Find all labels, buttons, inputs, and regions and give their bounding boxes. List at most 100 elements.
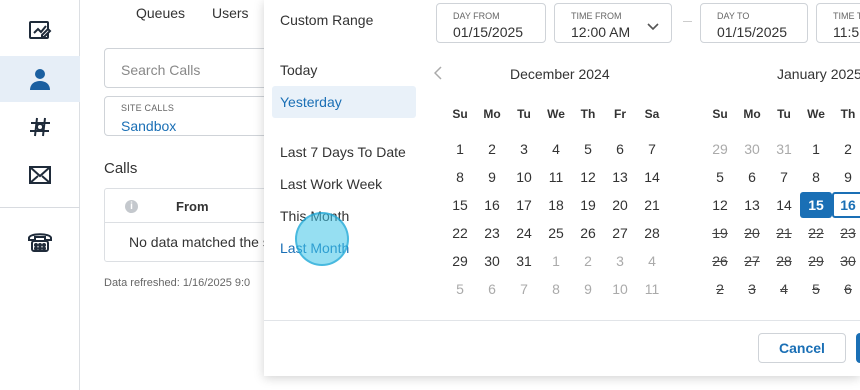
time-from-value: 12:00 AM — [571, 24, 631, 40]
tab-users[interactable]: Users — [212, 5, 249, 21]
calendar-day-other-month[interactable]: 8 — [540, 276, 572, 302]
calendar-day[interactable]: 11 — [540, 164, 572, 190]
calendar-day-other-month[interactable]: 7 — [508, 276, 540, 302]
calendar-day-other-month[interactable]: 1 — [540, 248, 572, 274]
site-calls-value: Sandbox — [121, 118, 177, 134]
prev-month-icon[interactable] — [433, 66, 442, 85]
month-title-december: December 2024 — [510, 66, 610, 82]
calendar-day[interactable]: 22 — [444, 220, 476, 246]
calendar-day[interactable]: 9 — [832, 164, 860, 190]
calendar-day[interactable]: 2 — [832, 136, 860, 162]
site-calls-label: SITE CALLS — [121, 103, 175, 113]
nav-messages[interactable] — [0, 152, 80, 198]
empty-message: No data matched the spe — [129, 234, 286, 250]
calendar-day[interactable]: 13 — [736, 192, 768, 218]
weekday-header: Th — [580, 107, 596, 121]
user-icon — [28, 67, 52, 91]
calendar-day-other-month[interactable]: 3 — [604, 248, 636, 274]
info-icon[interactable]: i — [125, 200, 138, 213]
preset-today[interactable]: Today — [280, 62, 317, 78]
preset-last-7-days[interactable]: Last 7 Days To Date — [280, 144, 406, 160]
calendar-day[interactable]: 4 — [540, 136, 572, 162]
calendar-day[interactable]: 6 — [736, 164, 768, 190]
calendar-day[interactable]: 6 — [604, 136, 636, 162]
calendar-day[interactable]: 16 — [476, 192, 508, 218]
calendar-day-other-month[interactable]: 9 — [572, 276, 604, 302]
calendar-day[interactable]: 3 — [508, 136, 540, 162]
calendar-day[interactable]: 5 — [704, 164, 736, 190]
nav-channels[interactable] — [0, 104, 80, 150]
calendar-day[interactable]: 8 — [444, 164, 476, 190]
nav-phone[interactable] — [0, 218, 80, 264]
weekday-header: Su — [452, 107, 468, 121]
calendar-day-other-month[interactable]: 30 — [736, 136, 768, 162]
day-from-field[interactable]: DAY FROM 01/15/2025 — [436, 3, 546, 43]
calendar-day[interactable]: 28 — [636, 220, 668, 246]
calendar-day[interactable]: 8 — [800, 164, 832, 190]
calendar-day-other-month[interactable]: 2 — [572, 248, 604, 274]
calendar-day[interactable]: 14 — [768, 192, 800, 218]
calendar-day-other-month[interactable]: 10 — [604, 276, 636, 302]
calendar-day[interactable]: 15 — [444, 192, 476, 218]
calendar-day[interactable]: 9 — [476, 164, 508, 190]
left-rail — [0, 0, 80, 390]
calendar-day-other-month[interactable]: 4 — [636, 248, 668, 274]
calendar-day-disabled: 22 — [808, 225, 824, 241]
preset-this-month[interactable]: This Month — [280, 208, 349, 224]
calendar-day-disabled: 27 — [744, 253, 760, 269]
calendar-day-other-month[interactable]: 5 — [444, 276, 476, 302]
calendar-day[interactable]: 7 — [636, 136, 668, 162]
calendar-day-other-month[interactable]: 11 — [636, 276, 668, 302]
calendar-day[interactable]: 5 — [572, 136, 604, 162]
calendar-day[interactable]: 21 — [636, 192, 668, 218]
calendar-day[interactable]: 18 — [540, 192, 572, 218]
nav-users[interactable] — [0, 56, 80, 102]
calendar-day[interactable]: 19 — [572, 192, 604, 218]
calendar-day[interactable]: 14 — [636, 164, 668, 190]
preset-yesterday[interactable]: Yesterday — [280, 94, 342, 110]
weekday-header: Sa — [644, 107, 660, 121]
calendar-day[interactable]: 23 — [476, 220, 508, 246]
calendar-day[interactable]: 30 — [476, 248, 508, 274]
calendar-day[interactable]: 1 — [444, 136, 476, 162]
apply-button[interactable] — [856, 333, 860, 363]
column-from[interactable]: From — [176, 199, 209, 214]
calendar-day-other-month[interactable]: 31 — [768, 136, 800, 162]
calendar-day[interactable]: 2 — [476, 136, 508, 162]
calendar-day-today[interactable]: 16 — [832, 192, 860, 218]
cancel-button[interactable]: Cancel — [758, 333, 846, 363]
day-to-field[interactable]: DAY TO 01/15/2025 — [700, 3, 808, 43]
calendar-day-other-month[interactable]: 29 — [704, 136, 736, 162]
calendar-day[interactable]: 13 — [604, 164, 636, 190]
preset-last-work-week[interactable]: Last Work Week — [280, 176, 382, 192]
calendar-day-disabled: 21 — [776, 225, 792, 241]
calendar-day[interactable]: 12 — [572, 164, 604, 190]
calendar-day-other-month[interactable]: 6 — [476, 276, 508, 302]
calendar-day[interactable]: 17 — [508, 192, 540, 218]
calendar-day[interactable]: 12 — [704, 192, 736, 218]
time-from-select[interactable]: TIME FROM 12:00 AM — [554, 3, 672, 43]
calendar-day[interactable]: 29 — [444, 248, 476, 274]
time-to-select[interactable]: TIME T 11:5 — [816, 3, 860, 43]
calendar-day[interactable]: 31 — [508, 248, 540, 274]
calendar-day-selected[interactable]: 15 — [800, 192, 832, 218]
nav-dashboard[interactable] — [0, 8, 80, 54]
site-calls-select[interactable]: SITE CALLS Sandbox — [104, 96, 274, 136]
calendar-day-disabled: 29 — [808, 253, 824, 269]
day-from-value: 01/15/2025 — [453, 24, 524, 40]
calendar-day[interactable]: 7 — [768, 164, 800, 190]
weekday-header: Mo — [743, 107, 761, 121]
tab-queues[interactable]: Queues — [136, 5, 185, 21]
calendar-day-disabled: 19 — [712, 225, 728, 241]
calendar-day[interactable]: 24 — [508, 220, 540, 246]
calls-table: i From No data matched the spe — [104, 188, 285, 262]
calendar-day[interactable]: 25 — [540, 220, 572, 246]
calendar-day[interactable]: 1 — [800, 136, 832, 162]
calendar-day[interactable]: 27 — [604, 220, 636, 246]
calendar-day-disabled: 23 — [840, 225, 856, 241]
calendar-day[interactable]: 10 — [508, 164, 540, 190]
calendar-day[interactable]: 20 — [604, 192, 636, 218]
calendar-day[interactable]: 26 — [572, 220, 604, 246]
search-calls-input[interactable]: Search Calls — [104, 48, 274, 88]
preset-last-month[interactable]: Last Month — [280, 240, 349, 256]
